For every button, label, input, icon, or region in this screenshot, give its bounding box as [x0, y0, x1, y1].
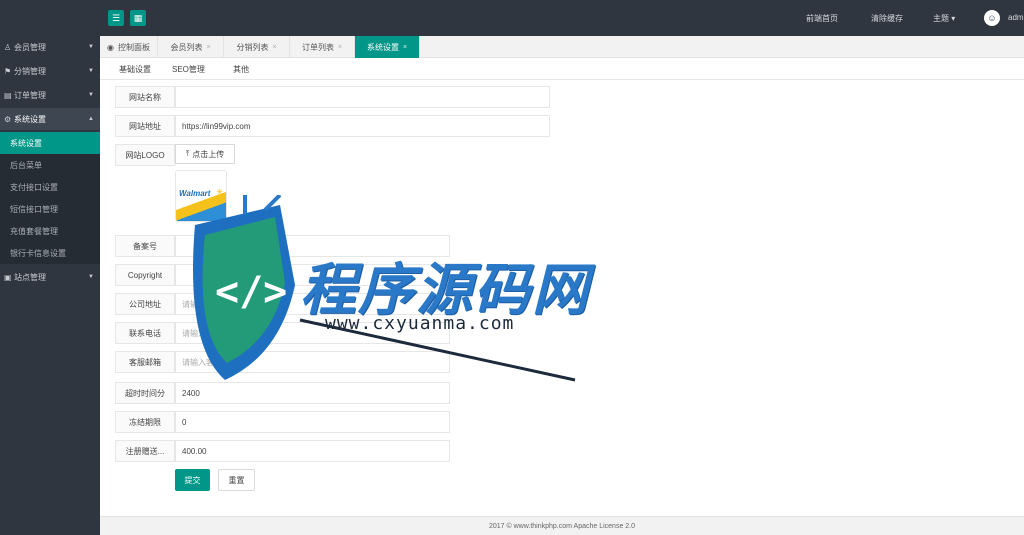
topbar-link-1[interactable]: 前端首页 [806, 13, 838, 24]
sidebar-subitem-menu[interactable]: 后台菜单 [0, 154, 100, 176]
sidebar-item-distribution[interactable]: ⚑ 分销管理 ▼ [0, 60, 100, 82]
tab-orders[interactable]: 订单列表 × [290, 36, 355, 58]
sidebar-subitem-label: 短信接口管理 [10, 204, 58, 214]
tab-label: 订单列表 [301, 42, 334, 52]
close-icon[interactable]: × [403, 44, 407, 51]
chevron-down-icon: ▼ [88, 274, 94, 280]
submit-button[interactable]: 提交 [175, 469, 210, 491]
sidebar-item-label: 站点管理 [14, 272, 46, 282]
sidebar-subitem-system-settings[interactable]: 系统设置 [0, 132, 100, 154]
email-input[interactable]: 请输入客服邮箱 [175, 351, 450, 373]
phone-label: 联系电话 [115, 322, 175, 344]
settings-subtabs: 基础设置 SEO管理 其他 [100, 58, 1024, 80]
register-bonus-label: 注册赠送... [115, 440, 175, 462]
close-icon[interactable]: × [338, 44, 342, 51]
chevron-up-icon: ▲ [88, 116, 94, 122]
chevron-down-icon: ▼ [88, 44, 94, 50]
freeze-input[interactable]: 0 [175, 411, 450, 433]
close-icon[interactable]: × [272, 44, 276, 51]
site-url-input[interactable]: https://lin99vip.com [175, 115, 550, 137]
upload-button[interactable]: ⤒ 点击上传 [175, 144, 235, 164]
sidebar-subitem-recharge[interactable]: 充值套餐管理 [0, 220, 100, 242]
reset-button[interactable]: 重置 [218, 469, 255, 491]
tab-bar: ◉ 控制面板 会员列表 × 分销列表 × 订单列表 × 系统设置 × [100, 36, 1024, 58]
icp-label: 备案号 [115, 235, 175, 257]
chevron-down-icon: ▼ [88, 92, 94, 98]
sidebar-item-system[interactable]: ⚙ 系统设置 ▲ [0, 108, 100, 130]
sidebar-subitem-label: 充值套餐管理 [10, 226, 58, 236]
tab-label: 会员列表 [170, 42, 203, 52]
sidebar-subitem-sms[interactable]: 短信接口管理 [0, 198, 100, 220]
site-name-input[interactable] [175, 86, 550, 108]
sidebar: ♙ 会员管理 ▼ ⚑ 分销管理 ▼ ▤ 订单管理 ▼ ⚙ 系统设置 ▲ 系统设置… [0, 36, 100, 535]
sidebar-subitem-label: 系统设置 [10, 138, 42, 148]
tab-label: 系统设置 [366, 42, 399, 52]
sidebar-subitem-label: 支付接口设置 [10, 182, 58, 192]
watermark-url: www.cxyuanma.com [325, 313, 515, 334]
sidebar-subitem-label: 后台菜单 [10, 160, 42, 170]
topbar-link-2[interactable]: 清除缓存 [871, 13, 903, 24]
tab-distribution[interactable]: 分销列表 × [224, 36, 290, 58]
sidebar-item-label: 分销管理 [14, 66, 46, 76]
tab-label: 分销列表 [236, 42, 269, 52]
sidebar-item-orders[interactable]: ▤ 订单管理 ▼ [0, 84, 100, 106]
subtab-seo[interactable]: SEO管理 [172, 64, 205, 75]
email-label: 客服邮箱 [115, 351, 175, 373]
logo-preview-image: Walmart ✳ [175, 170, 227, 222]
sidebar-item-label: 会员管理 [14, 42, 46, 52]
close-icon[interactable]: × [206, 44, 210, 51]
grid-icon[interactable]: ▦ [130, 10, 146, 26]
site-url-label: 网站地址 [115, 115, 175, 137]
tab-label: 控制面板 [117, 42, 150, 52]
avatar[interactable]: ☺ [984, 10, 1000, 26]
sidebar-subitem-bank[interactable]: 银行卡信息设置 [0, 242, 100, 264]
site-icon: ▣ [4, 272, 12, 282]
site-logo-label: 网站LOGO [115, 144, 175, 166]
sidebar-item-members[interactable]: ♙ 会员管理 ▼ [0, 36, 100, 58]
tab-system-settings[interactable]: 系统设置 × [355, 36, 420, 58]
copyright-label: Copyright [115, 264, 175, 286]
footer: 2017 © www.thinkphp.com Apache License 2… [100, 516, 1024, 535]
share-icon: ⚑ [4, 66, 12, 76]
site-name-label: 网站名称 [115, 86, 175, 108]
sidebar-item-label: 订单管理 [14, 90, 46, 100]
address-label: 公司地址 [115, 293, 175, 315]
logo-text: Walmart [179, 189, 211, 198]
register-bonus-input[interactable]: 400.00 [175, 440, 450, 462]
upload-label: 点击上传 [192, 149, 225, 159]
home-icon: ◉ [107, 42, 114, 52]
subtab-other[interactable]: 其他 [233, 64, 249, 75]
circuit-line [263, 195, 282, 212]
user-name[interactable]: adm [1008, 13, 1024, 22]
timeout-label: 超时时间分 [115, 382, 175, 404]
sidebar-subitem-payment[interactable]: 支付接口设置 [0, 176, 100, 198]
topbar-link-3[interactable]: 主题 ▾ [933, 13, 955, 24]
top-bar: ☰ ▦ 前端首页 清除缓存 主题 ▾ ☺ adm [0, 0, 1024, 36]
footer-text: 2017 © www.thinkphp.com Apache License 2… [488, 522, 636, 530]
sidebar-item-label: 系统设置 [14, 114, 46, 124]
sidebar-subitem-label: 银行卡信息设置 [10, 248, 66, 258]
chevron-down-icon: ▼ [88, 68, 94, 74]
menu-toggle-icon[interactable]: ☰ [108, 10, 124, 26]
settings-icon: ⚙ [4, 114, 12, 124]
sidebar-item-site[interactable]: ▣ 站点管理 ▼ [0, 266, 100, 288]
upload-icon: ⤒ [185, 149, 190, 158]
order-icon: ▤ [4, 90, 12, 100]
freeze-label: 冻结期限 [115, 411, 175, 433]
tab-members[interactable]: 会员列表 × [158, 36, 224, 58]
spark-icon: ✳ [216, 187, 224, 197]
users-icon: ♙ [4, 42, 12, 52]
tab-dashboard[interactable]: ◉ 控制面板 [100, 36, 158, 58]
subtab-basic[interactable]: 基础设置 [119, 64, 151, 75]
timeout-input[interactable]: 2400 [175, 382, 450, 404]
